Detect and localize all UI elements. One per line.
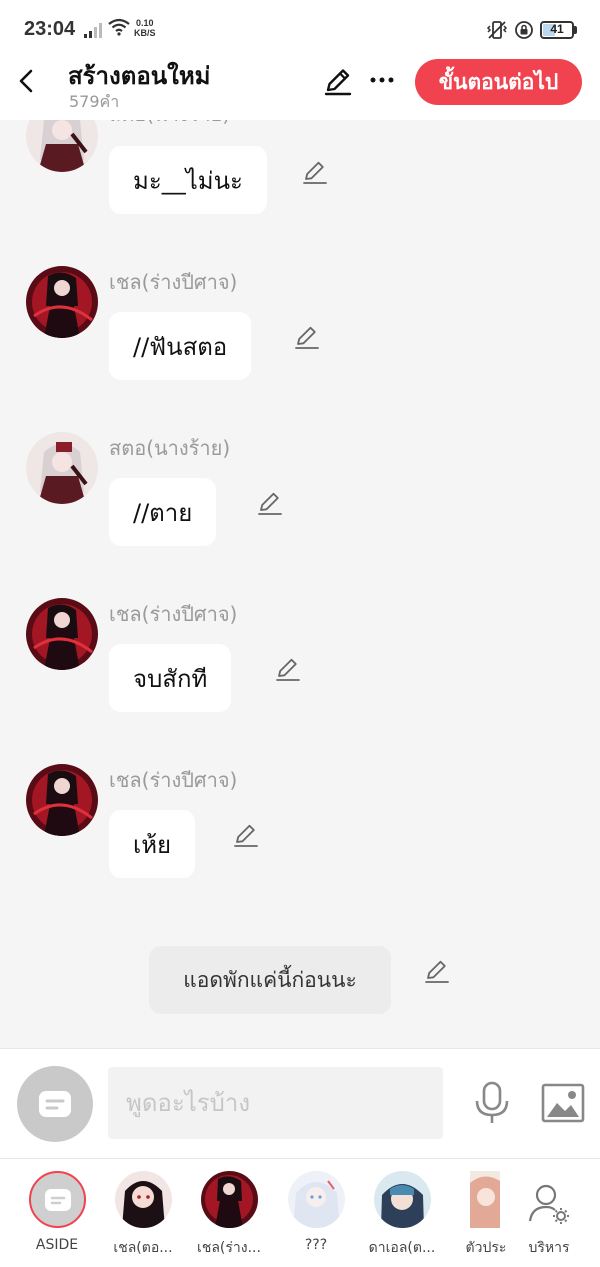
battery-percent: 41 <box>550 22 564 36</box>
character-item[interactable]: ดาเอล(ต... <box>359 1169 445 1261</box>
avatar <box>115 1171 172 1228</box>
speaker-name: สตอ(นางร้าย) <box>109 436 231 460</box>
character-avatar-image <box>470 1171 500 1228</box>
edit-message-icon[interactable] <box>301 159 329 187</box>
chat-bubble-icon <box>39 1091 71 1117</box>
word-count: 579คำ <box>69 92 120 111</box>
chat-area[interactable]: สตอ(นางร้าย) มะ__ไม่นะ เชล(ร่างปีศาจ) //… <box>0 120 600 1048</box>
status-bar: 23:04 0.10 KB/S 41 <box>0 0 600 56</box>
avatar <box>201 1171 258 1228</box>
avatar-demon-image <box>26 266 98 338</box>
character-label: เชล(ตอ... <box>113 1240 173 1256</box>
avatar-demon-image <box>26 764 98 836</box>
network-speed-value: 0.10 <box>135 18 154 28</box>
speaker-name: สตอ(นางร้าย) <box>109 120 230 130</box>
network-speed-unit: KB/S <box>134 28 156 38</box>
avatar <box>470 1171 500 1228</box>
character-label: ตัวประ <box>465 1240 507 1256</box>
avatar-villain-image <box>26 120 98 172</box>
message-bubble[interactable]: //ตาย <box>109 478 217 546</box>
vibrate-icon <box>486 21 508 39</box>
chat-bubble-icon <box>44 1188 71 1211</box>
aside-toggle-button[interactable] <box>17 1066 93 1142</box>
character-label: ??? <box>304 1237 328 1253</box>
edit-title-icon[interactable] <box>322 66 354 98</box>
rotation-lock-icon <box>515 21 533 39</box>
speaker-name: เชล(ร่างปีศาจ) <box>109 270 238 294</box>
back-button[interactable] <box>10 64 44 98</box>
character-label: ดาเอล(ต... <box>368 1240 436 1256</box>
back-arrow-icon <box>19 69 33 93</box>
character-bar: ASIDE เชล(ตอ... เชล(ร่าง... ??? ดาเอล(ต.… <box>0 1158 600 1267</box>
message-bubble[interactable]: จบสักที <box>109 644 232 712</box>
more-dots-icon <box>370 77 394 83</box>
character-item[interactable]: ??? <box>273 1169 359 1261</box>
edit-message-icon[interactable] <box>256 490 284 518</box>
character-label: บริหาร <box>528 1240 570 1256</box>
character-avatar-image <box>374 1171 431 1228</box>
battery-tip <box>574 26 577 34</box>
header: สร้างตอนใหม่ 579คำ ขั้นตอนต่อไป <box>0 56 600 120</box>
edit-message-icon[interactable] <box>293 324 321 352</box>
edit-narration-icon[interactable] <box>423 958 451 986</box>
next-step-button[interactable]: ขั้นตอนต่อไป <box>415 59 582 105</box>
avatar-villain[interactable] <box>26 120 98 172</box>
character-item[interactable]: เชล(ตอ... <box>100 1169 186 1261</box>
character-label: ASIDE <box>35 1237 79 1253</box>
speaker-name: เชล(ร่างปีศาจ) <box>109 602 238 626</box>
character-label: เชล(ร่าง... <box>197 1240 261 1256</box>
edit-message-icon[interactable] <box>232 822 260 850</box>
manage-user-icon <box>528 1184 569 1224</box>
avatar-demon-image <box>26 598 98 670</box>
wifi-icon <box>108 18 130 36</box>
microphone-icon[interactable] <box>472 1081 512 1125</box>
avatar-villain[interactable] <box>26 432 98 504</box>
character-aside[interactable]: ASIDE <box>14 1169 100 1261</box>
message-input[interactable] <box>108 1067 443 1139</box>
avatar-demon[interactable] <box>26 764 98 836</box>
avatar <box>374 1171 431 1228</box>
character-avatar-image <box>288 1171 345 1228</box>
signal-icon <box>84 23 102 38</box>
message-composer <box>0 1048 600 1158</box>
image-icon[interactable] <box>541 1083 585 1123</box>
network-speed: 0.10 KB/S <box>134 18 156 38</box>
message-bubble[interactable]: มะ__ไม่นะ <box>109 146 267 214</box>
aside-avatar <box>29 1171 86 1228</box>
character-item[interactable]: เชล(ร่าง... <box>186 1169 272 1261</box>
character-avatar-image <box>201 1171 258 1228</box>
status-time: 23:04 <box>24 18 76 40</box>
battery-icon: 41 <box>540 21 574 39</box>
avatar-demon[interactable] <box>26 266 98 338</box>
edit-message-icon[interactable] <box>274 656 302 684</box>
avatar <box>288 1171 345 1228</box>
avatar-demon[interactable] <box>26 598 98 670</box>
speaker-name: เชล(ร่างปีศาจ) <box>109 768 238 792</box>
character-avatar-image <box>115 1171 172 1228</box>
character-item[interactable]: ตัวประ <box>446 1169 526 1261</box>
more-options-button[interactable] <box>368 66 396 94</box>
message-bubble[interactable]: //ฟันสตอ <box>109 312 252 380</box>
narration-bubble[interactable]: แอดพักแค่นี้ก่อนนะ <box>149 946 391 1014</box>
manage-characters-button[interactable]: บริหาร <box>518 1169 580 1261</box>
avatar-villain-image <box>26 432 98 504</box>
message-bubble[interactable]: เห้ย <box>109 810 196 878</box>
